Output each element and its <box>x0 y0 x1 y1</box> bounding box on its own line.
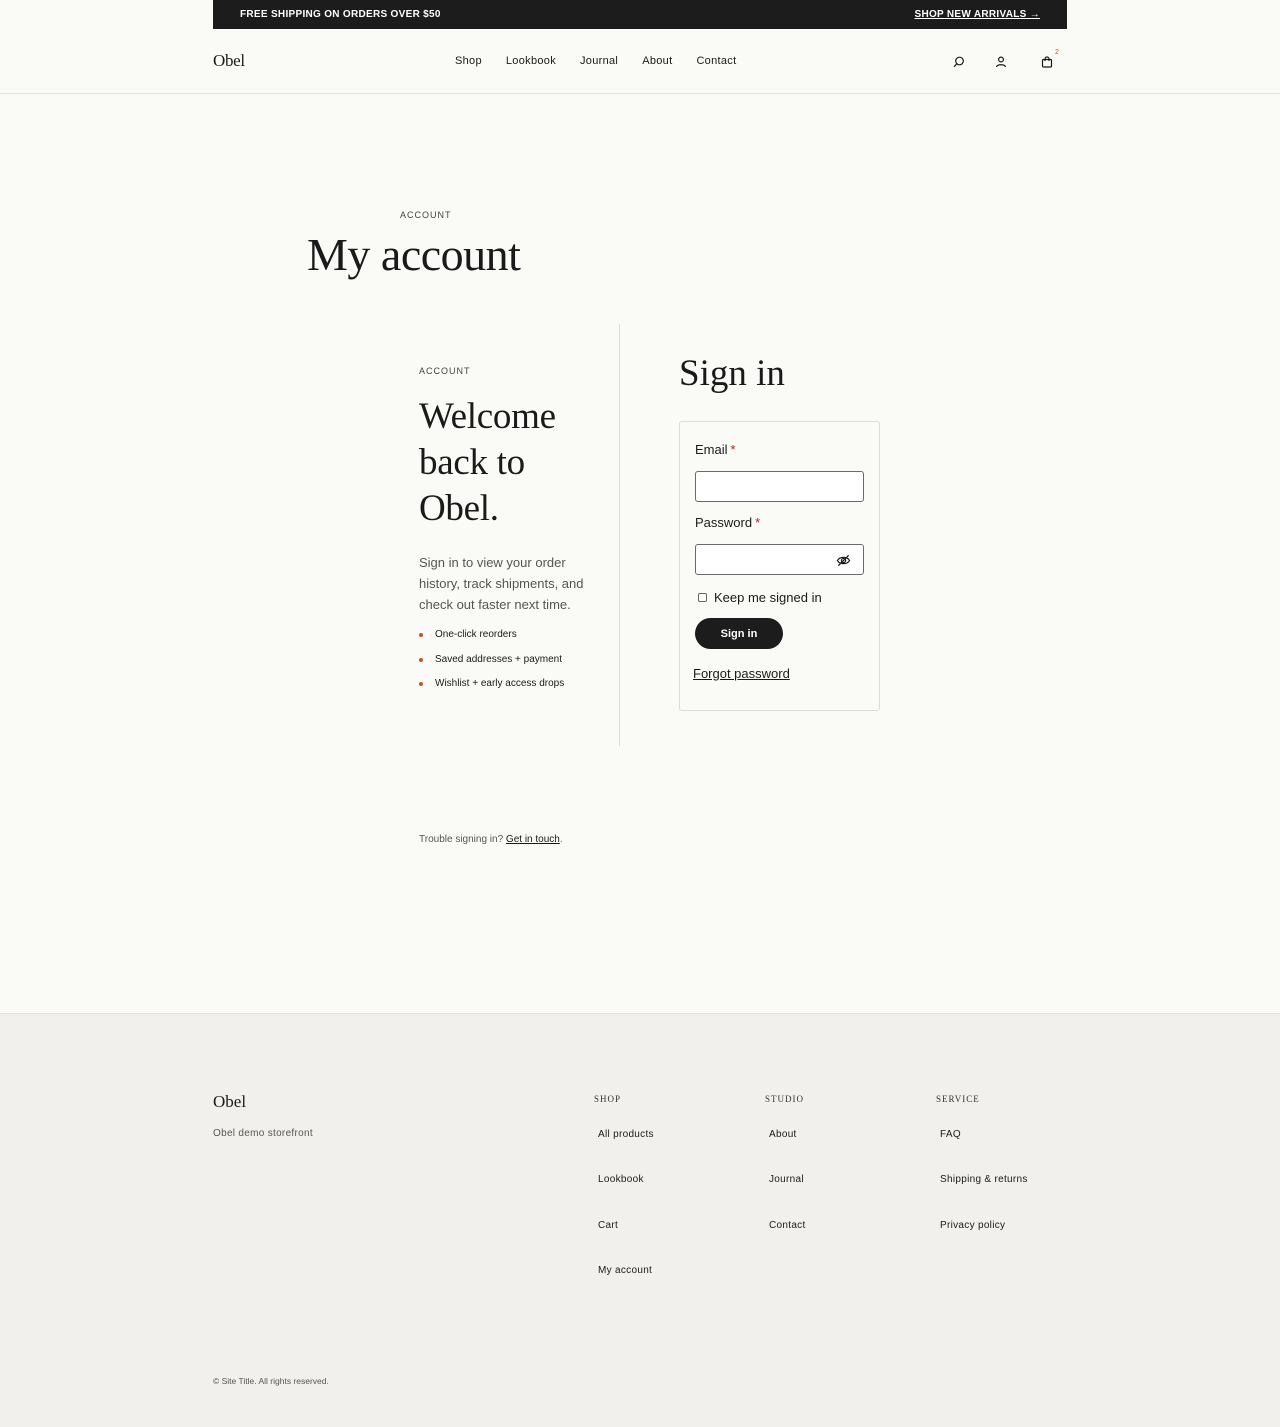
page-eyebrow: ACCOUNT <box>400 210 452 220</box>
email-label-text: Email <box>695 442 728 457</box>
password-label: Password * <box>695 515 760 530</box>
get-in-touch-link[interactable]: Get in touch <box>506 834 560 845</box>
trouble-prefix: Trouble signing in? <box>419 834 504 845</box>
footer-link[interactable]: Contact <box>769 1220 806 1265</box>
footer-link[interactable]: Journal <box>769 1174 806 1219</box>
keep-signed-in-checkbox[interactable] <box>698 593 707 602</box>
column-divider <box>619 324 620 746</box>
footer-logo[interactable]: Obel <box>213 1092 246 1112</box>
nav-journal[interactable]: Journal <box>580 55 618 67</box>
site-footer: Obel Obel demo storefront SHOP All produ… <box>0 1013 1280 1427</box>
footer-link[interactable]: Cart <box>598 1220 654 1265</box>
cart-count-badge: 2 <box>1055 49 1059 56</box>
footer-link[interactable]: Privacy policy <box>940 1220 1028 1265</box>
keep-signed-in-label[interactable]: Keep me signed in <box>714 590 822 605</box>
search-icon[interactable] <box>952 55 966 69</box>
account-icon[interactable] <box>994 55 1008 69</box>
footer-link[interactable]: FAQ <box>940 1129 1028 1174</box>
footer-column-service: SERVICE FAQ Shipping & returns Privacy p… <box>936 1094 1028 1265</box>
nav-lookbook[interactable]: Lookbook <box>506 55 556 67</box>
footer-column-title: STUDIO <box>765 1094 804 1104</box>
email-label: Email * <box>695 442 736 457</box>
footer-link[interactable]: My account <box>598 1265 654 1310</box>
perk-item: Wishlist + early access drops <box>419 678 594 690</box>
shop-new-arrivals-link[interactable]: SHOP NEW ARRIVALS → <box>914 9 1040 20</box>
footer-link[interactable]: Shipping & returns <box>940 1174 1028 1219</box>
perk-item: One-click reorders <box>419 629 594 641</box>
keep-signed-in-row: Keep me signed in <box>698 590 822 605</box>
site-header: Obel Shop Lookbook Journal About Contact… <box>0 29 1280 94</box>
nav-shop[interactable]: Shop <box>455 55 482 67</box>
copyright: © Site Title. All rights reserved. <box>213 1376 329 1386</box>
welcome-heading: Welcome back to Obel. <box>419 396 556 529</box>
footer-column-title: SHOP <box>594 1094 622 1104</box>
forgot-password-link[interactable]: Forgot password <box>693 666 790 681</box>
footer-column-shop: SHOP All products Lookbook Cart My accou… <box>594 1094 654 1310</box>
password-label-text: Password <box>695 515 753 530</box>
nav-about[interactable]: About <box>642 55 672 67</box>
required-mark: * <box>730 442 736 457</box>
footer-link[interactable]: Lookbook <box>598 1174 654 1219</box>
trouble-text: Trouble signing in? Get in touch. <box>419 834 563 845</box>
footer-tagline: Obel demo storefront <box>213 1128 313 1139</box>
welcome-panel: ACCOUNT Welcome back to Obel. Sign in to… <box>419 366 594 703</box>
email-field[interactable] <box>695 471 864 502</box>
header-icons: 2 <box>952 49 1067 71</box>
page-title: My account <box>307 229 521 280</box>
perk-item: Saved addresses + payment <box>419 654 594 666</box>
announcement-text: FREE SHIPPING ON ORDERS OVER $50 <box>240 9 441 20</box>
required-mark: * <box>755 515 761 530</box>
footer-column-title: SERVICE <box>936 1094 980 1104</box>
welcome-eyebrow: ACCOUNT <box>419 366 471 376</box>
welcome-intro: Sign in to view your order history, trac… <box>419 555 584 612</box>
perks-list: One-click reorders Saved addresses + pay… <box>419 629 594 690</box>
nav-contact[interactable]: Contact <box>696 55 736 67</box>
footer-link[interactable]: All products <box>598 1129 654 1174</box>
signin-form: Email * Password * Keep me signed in Sign … <box>679 421 880 711</box>
password-field[interactable] <box>695 544 864 575</box>
footer-column-studio: STUDIO About Journal Contact <box>765 1094 806 1265</box>
main-nav: Shop Lookbook Journal About Contact <box>455 55 736 67</box>
signin-title: Sign in <box>679 353 785 394</box>
sign-in-button[interactable]: Sign in <box>695 618 783 649</box>
trouble-suffix: . <box>559 834 563 845</box>
eye-off-icon[interactable] <box>836 553 851 568</box>
site-logo[interactable]: Obel <box>213 51 245 71</box>
footer-link[interactable]: About <box>769 1129 806 1174</box>
bag-icon[interactable] <box>1040 55 1054 69</box>
announcement-bar: FREE SHIPPING ON ORDERS OVER $50 SHOP NE… <box>213 0 1067 29</box>
